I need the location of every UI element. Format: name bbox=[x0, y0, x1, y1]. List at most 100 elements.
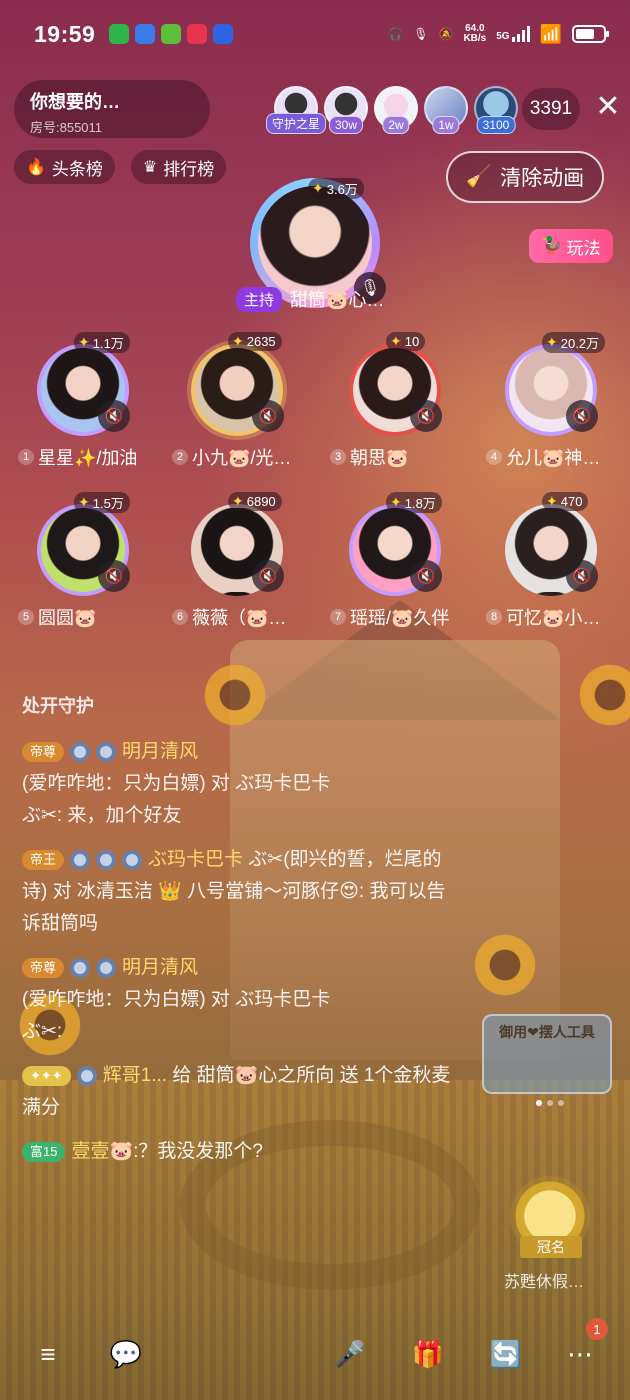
audience-badge: 2w bbox=[382, 116, 410, 134]
menu-icon[interactable]: ≡ bbox=[28, 1334, 68, 1374]
chat-nickname[interactable]: 壹壹🐷 bbox=[71, 1141, 133, 1162]
guest-name: 圆圆🐷 bbox=[38, 608, 97, 628]
net-speed-unit: KB/s bbox=[463, 33, 487, 44]
room-info-pill[interactable]: 你想要的… 房号:855011 bbox=[14, 80, 210, 138]
chat-text: ぶ✂: bbox=[22, 1021, 63, 1042]
network-type: 5G bbox=[496, 31, 510, 42]
headphones-icon: 🎧 bbox=[388, 27, 404, 41]
chat-nickname[interactable]: 辉哥1... bbox=[103, 1065, 167, 1086]
chat-message: ✦✦✦ 辉哥1... 给 甜筒🐷心之所向 送 1个金秋麦满分 bbox=[22, 1060, 462, 1124]
guest-gift-value: 1.5万 bbox=[92, 496, 124, 511]
guest-gift-count: ✦ 10 bbox=[386, 332, 426, 351]
mic-muted-icon: 🔇 bbox=[252, 560, 284, 592]
ranking-button[interactable]: ♛ 排行榜 bbox=[130, 150, 227, 184]
seat-number: 4 bbox=[486, 449, 502, 465]
host-gift-value: 3.6万 bbox=[326, 182, 358, 197]
headline-rank-button[interactable]: 🔥 头条榜 bbox=[14, 150, 115, 184]
mute-bell-icon: 🔕 bbox=[438, 27, 454, 41]
guest-name: 朝思🐷 bbox=[350, 448, 409, 468]
chat-feed[interactable]: 处开守护 帝尊 明月清风 (爱咋咋地：只为白嫖) 对 ぶ玛卡巴卡 ぶ✂: 来，加个… bbox=[22, 690, 462, 1180]
app6-icon bbox=[187, 24, 208, 44]
guest-gift-count: ✦ 1.5万 bbox=[74, 492, 130, 513]
medal-icon bbox=[70, 849, 91, 870]
ranking-label: 排行榜 bbox=[163, 159, 215, 179]
star-icon: ✦ bbox=[546, 334, 558, 350]
star-icon: ✦ bbox=[78, 494, 90, 510]
chat-input-icon[interactable]: 💬 bbox=[106, 1334, 146, 1374]
guest-seat[interactable]: ✦ 10 🔇 3 朝思🐷 bbox=[330, 332, 460, 472]
guest-gift-value: 20.2万 bbox=[560, 336, 600, 351]
guest-gift-value: 470 bbox=[560, 494, 583, 509]
chat-nickname[interactable]: 明月清风 bbox=[122, 957, 198, 978]
medal-icon bbox=[96, 957, 117, 978]
host-tag: 主持 bbox=[236, 286, 283, 312]
gift-icon[interactable]: 🎁 bbox=[408, 1334, 448, 1374]
medal-icon bbox=[96, 741, 117, 762]
star-icon: ✦ bbox=[78, 334, 90, 350]
guest-label: 6 薇薇（🐷… bbox=[172, 604, 322, 630]
chat-nickname[interactable]: ぶ玛卡巴卡 bbox=[148, 849, 243, 870]
mic-muted-icon: 🔇 bbox=[566, 400, 598, 432]
chat-message: 帝尊 明月清风 (爱咋咋地：只为白嫖) 对 ぶ玛卡巴卡 ぶ✂: 来，加个好友 bbox=[22, 736, 462, 832]
battery-icon bbox=[572, 25, 609, 43]
chat-message: 帝尊 明月清风 (爱咋咋地：只为白嫖) 对 ぶ玛卡巴卡 ぶ✂: bbox=[22, 952, 462, 1048]
close-icon[interactable]: ✕ bbox=[594, 92, 622, 124]
audience-avatar[interactable]: 3100 bbox=[474, 86, 518, 134]
mic-muted-icon: 🔇 bbox=[410, 560, 442, 592]
wechat-icon bbox=[109, 24, 130, 44]
gameplay-button[interactable]: 🦆 玩法 bbox=[529, 229, 613, 263]
seat-number: 6 bbox=[172, 609, 188, 625]
guest-name: 星星✨/加油 bbox=[38, 448, 138, 468]
star-icon: ✦ bbox=[312, 180, 324, 196]
audience-avatar[interactable]: 2w bbox=[374, 86, 418, 134]
guest-seat[interactable]: ✦ 20.2万 🔇 4 允儿🐷神… bbox=[486, 332, 616, 472]
guest-seat[interactable]: ✦ 470 🔇 8 可忆🐷小… bbox=[486, 492, 616, 632]
guest-seat[interactable]: ✦ 1.1万 🔇 1 星星✨/加油 bbox=[18, 332, 148, 472]
chat-text: (爱咋咋地：只为白嫖) 对 ぶ玛卡巴卡 bbox=[22, 773, 331, 794]
guest-seat[interactable]: ✦ 1.8万 🔇 7 瑶瑶/🐷久伴 bbox=[330, 492, 460, 632]
guest-gift-value: 10 bbox=[404, 334, 420, 349]
guest-label: 1 星星✨/加油 bbox=[18, 444, 168, 470]
audience-avatar[interactable]: 30w bbox=[324, 86, 368, 134]
broom-icon: 🧹 bbox=[465, 165, 493, 188]
clear-animation-button[interactable]: 🧹 清除动画 bbox=[446, 151, 604, 203]
baidu-icon bbox=[213, 24, 234, 44]
audience-avatar[interactable]: 1w bbox=[424, 86, 468, 134]
guest-seat[interactable]: ✦ 6890 🔇 6 薇薇（🐷… bbox=[172, 492, 302, 632]
more-icon[interactable]: ⋯ bbox=[560, 1334, 600, 1374]
audience-badge: 30w bbox=[328, 116, 364, 134]
seat-queue-icon[interactable]: 🎤 bbox=[330, 1334, 370, 1374]
activity-icon[interactable]: 🔄 bbox=[486, 1334, 526, 1374]
clock: 19:59 bbox=[34, 20, 96, 47]
gameplay-label: 玩法 bbox=[566, 238, 601, 258]
audience-avatar[interactable]: 守护之星 bbox=[265, 86, 327, 134]
guest-gift-count: ✦ 1.8万 bbox=[386, 492, 442, 513]
chat-message: 帝王 ぶ玛卡巴卡 ぶ✂(即兴的誓，烂尾的诗) 对 冰清玉洁 👑 八号當铺～河豚仔😍… bbox=[22, 844, 462, 940]
medal-icon bbox=[96, 849, 117, 870]
level-badge: 帝尊 bbox=[22, 741, 65, 762]
medal-icon bbox=[70, 957, 91, 978]
host-name: 甜筒🐷心… bbox=[290, 290, 385, 310]
host-label: 主持 甜筒🐷心… bbox=[236, 286, 384, 312]
usb-icon bbox=[161, 24, 182, 44]
star-icon: ✦ bbox=[232, 493, 244, 509]
host-gift-count: ✦ 3.6万 bbox=[308, 178, 364, 199]
mic-muted-icon: 🔇 bbox=[410, 400, 442, 432]
guest-name: 薇薇（🐷… bbox=[192, 608, 287, 628]
sunflower-decoration bbox=[470, 930, 540, 1000]
system-message: 处开守护 bbox=[22, 696, 94, 716]
level-badge: 富15 bbox=[22, 1141, 66, 1162]
chat-nickname[interactable]: 明月清风 bbox=[122, 741, 198, 762]
banner-pager-dots bbox=[536, 1100, 564, 1106]
guest-name: 瑶瑶/🐷久伴 bbox=[350, 608, 450, 628]
seat-number: 3 bbox=[330, 449, 346, 465]
guest-label: 3 朝思🐷 bbox=[330, 444, 480, 470]
status-bar: 19:59 🎧 🎙 🔕 64.0 KB/s 5G 📶 bbox=[0, 0, 630, 68]
seat-number: 1 bbox=[18, 449, 34, 465]
tool-card-banner[interactable]: 御用❤摆人工具 bbox=[482, 1014, 612, 1094]
online-count[interactable]: 3391 bbox=[522, 88, 580, 130]
mic-muted-icon: 🔇 bbox=[566, 560, 598, 592]
notification-badge: 1 bbox=[586, 1318, 608, 1340]
guest-seat[interactable]: ✦ 2635 🔇 2 小九🐷/光… bbox=[172, 332, 302, 472]
guest-seat[interactable]: ✦ 1.5万 🔇 5 圆圆🐷 bbox=[18, 492, 148, 632]
